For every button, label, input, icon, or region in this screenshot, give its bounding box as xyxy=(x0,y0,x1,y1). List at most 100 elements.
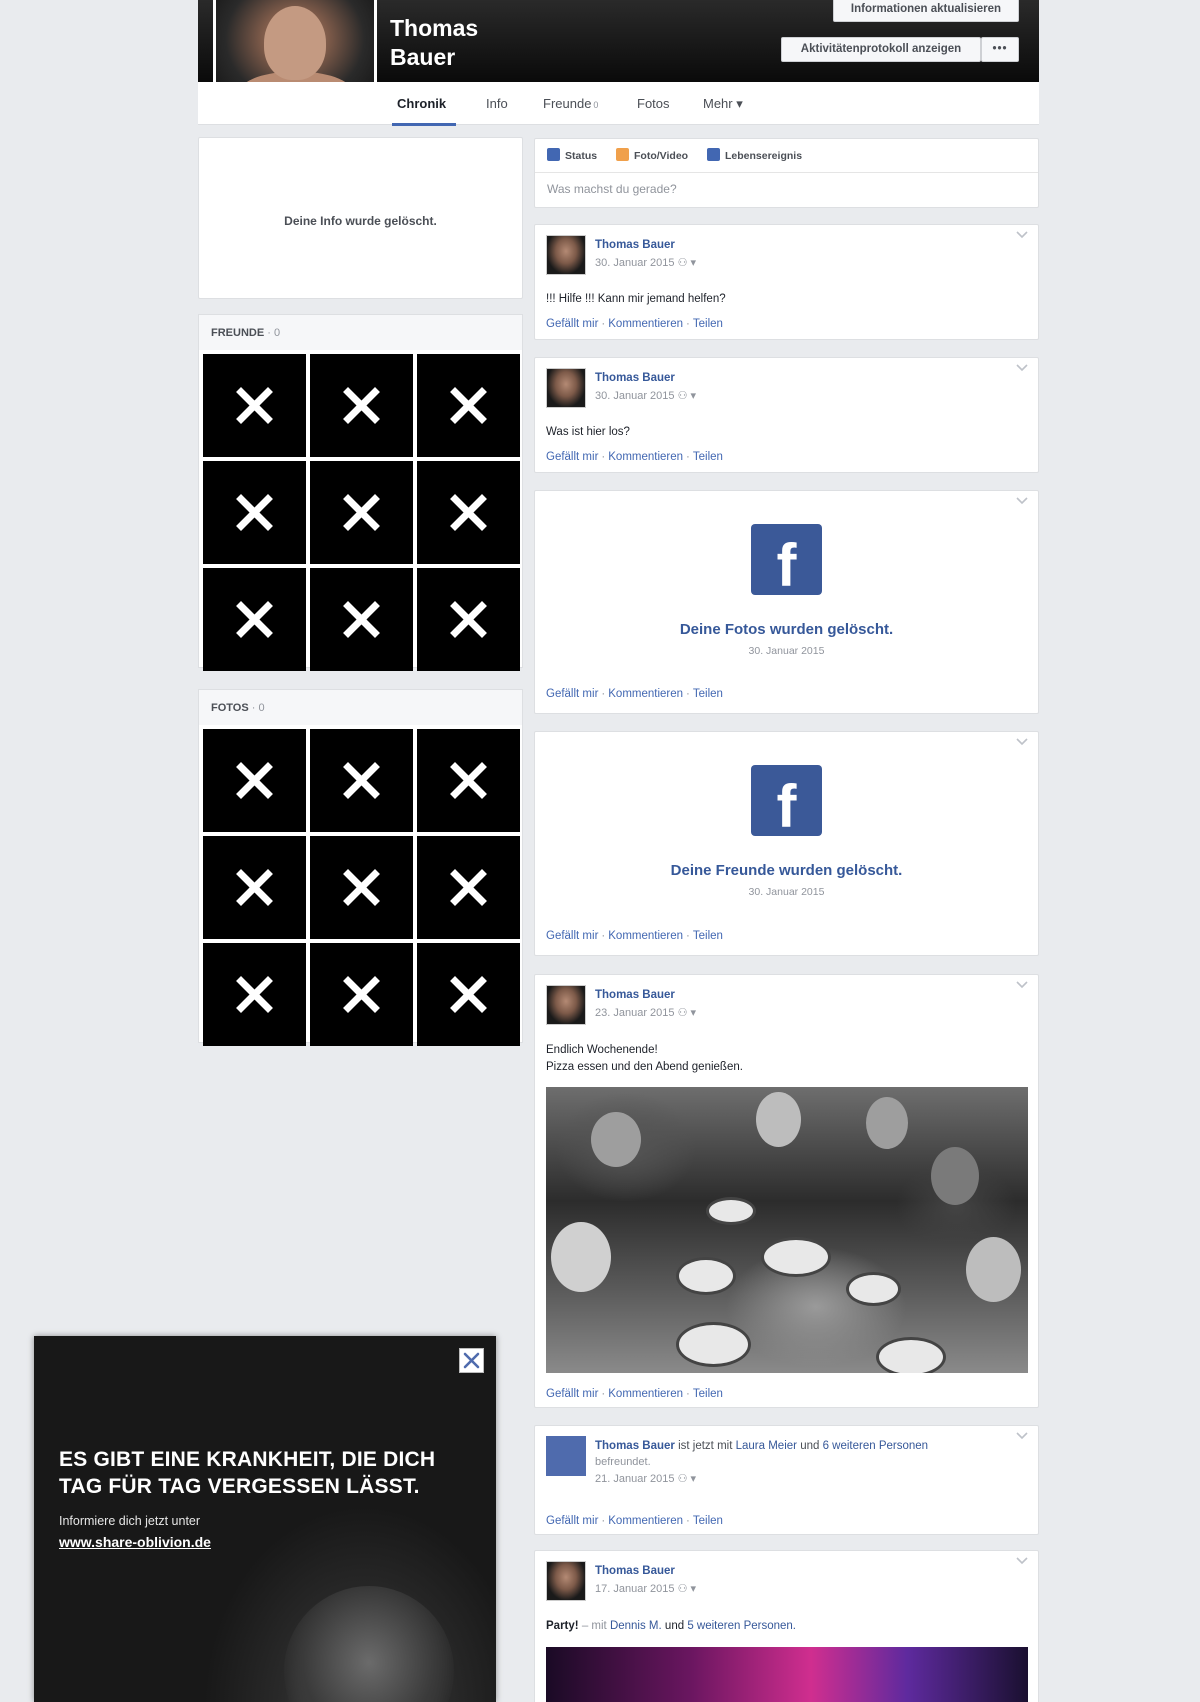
deleted-photo-tile[interactable] xyxy=(310,836,413,939)
comment-link[interactable]: Kommentieren xyxy=(608,1515,683,1527)
status-input[interactable]: Was machst du gerade? xyxy=(547,182,677,196)
post-actions: Gefällt mir · Kommentieren · Teilen xyxy=(546,930,723,942)
post-date[interactable]: 17. Januar 2015 ⚇ ▾ xyxy=(595,1582,696,1595)
chevron-down-icon[interactable] xyxy=(1016,1557,1028,1565)
tab-info[interactable]: Info xyxy=(486,96,508,111)
like-link[interactable]: Gefällt mir xyxy=(546,451,598,463)
close-ad-button[interactable] xyxy=(459,1348,484,1373)
like-link[interactable]: Gefällt mir xyxy=(546,930,598,942)
post-author[interactable]: Thomas Bauer xyxy=(595,372,675,384)
update-info-button[interactable]: Informationen aktualisieren xyxy=(833,0,1019,22)
others-link[interactable]: 5 weiteren Personen. xyxy=(687,1620,796,1632)
deleted-friend-tile[interactable] xyxy=(417,568,520,671)
pencil-icon xyxy=(547,148,560,161)
like-link[interactable]: Gefällt mir xyxy=(546,1515,598,1527)
post-date[interactable]: 23. Januar 2015 ⚇ ▾ xyxy=(595,1006,696,1019)
tab-freunde[interactable]: Freunde 0 xyxy=(543,96,598,111)
post-text: Party! – mit Dennis M. und 5 weiteren Pe… xyxy=(546,1620,796,1632)
post-text: Endlich Wochenende! Pizza essen und den A… xyxy=(546,1044,743,1073)
chevron-down-icon[interactable] xyxy=(1016,497,1028,505)
post-date[interactable]: 21. Januar 2015 ⚇ ▾ xyxy=(595,1472,696,1485)
profile-tab-bar: Chronik Info Freunde 0 Fotos Mehr ▾ xyxy=(198,82,1039,125)
friend-link[interactable]: Dennis M. xyxy=(610,1620,662,1632)
chevron-down-icon[interactable] xyxy=(1016,1432,1028,1440)
deleted-photo-tile[interactable] xyxy=(203,943,306,1046)
tab-chronik[interactable]: Chronik xyxy=(397,96,446,111)
deleted-friend-tile[interactable] xyxy=(310,568,413,671)
like-link[interactable]: Gefällt mir xyxy=(546,1388,598,1400)
audience-icon[interactable]: ⚇ ▾ xyxy=(678,1473,696,1485)
like-link[interactable]: Gefällt mir xyxy=(546,688,598,700)
activity-log-button[interactable]: Aktivitätenprotokoll anzeigen xyxy=(781,37,981,62)
deleted-friend-tile[interactable] xyxy=(203,461,306,564)
post-photo[interactable] xyxy=(546,1087,1028,1373)
post-author[interactable]: Thomas Bauer xyxy=(595,1440,675,1452)
friends-deleted-title: Deine Freunde wurden gelöscht. xyxy=(670,862,903,879)
ad-headline: ES GIBT EINE KRANKHEIT, DIE DICH TAG FÜR … xyxy=(59,1448,436,1498)
post-date[interactable]: 30. Januar 2015 ⚇ ▾ xyxy=(595,256,696,269)
comment-link[interactable]: Kommentieren xyxy=(608,318,683,330)
deleted-photo-tile[interactable] xyxy=(203,836,306,939)
audience-icon[interactable]: ⚇ ▾ xyxy=(678,1007,696,1019)
deleted-friend-tile[interactable] xyxy=(203,354,306,457)
avatar[interactable] xyxy=(546,235,586,275)
friend-link[interactable]: Laura Meier xyxy=(736,1440,797,1452)
post-author[interactable]: Thomas Bauer xyxy=(595,989,675,1001)
deleted-photo-tile[interactable] xyxy=(417,729,520,832)
avatar[interactable] xyxy=(546,368,586,408)
photos-section-header[interactable]: FOTOS · 0 xyxy=(198,689,523,725)
ad-url-link[interactable]: www.share-oblivion.de xyxy=(59,1534,211,1550)
deleted-photo-tile[interactable] xyxy=(417,836,520,939)
comment-link[interactable]: Kommentieren xyxy=(608,930,683,942)
ad-overlay[interactable]: ES GIBT EINE KRANKHEIT, DIE DICH TAG FÜR … xyxy=(34,1336,496,1702)
comment-link[interactable]: Kommentieren xyxy=(608,688,683,700)
friendship-text-line2: befreundet. xyxy=(595,1456,651,1468)
tab-mehr[interactable]: Mehr ▾ xyxy=(703,96,743,112)
deleted-photo-tile[interactable] xyxy=(310,943,413,1046)
chevron-down-icon[interactable] xyxy=(1016,231,1028,239)
deleted-friend-tile[interactable] xyxy=(417,354,520,457)
close-icon xyxy=(343,869,380,906)
avatar[interactable] xyxy=(546,1561,586,1601)
composer-tab-life-event[interactable]: Lebensereignis xyxy=(707,148,802,162)
others-link[interactable]: 6 weiteren Personen xyxy=(823,1440,928,1452)
deleted-friend-tile[interactable] xyxy=(310,461,413,564)
like-link[interactable]: Gefällt mir xyxy=(546,318,598,330)
post-date[interactable]: 30. Januar 2015 ⚇ ▾ xyxy=(595,389,696,402)
profile-name[interactable]: Thomas Bauer xyxy=(390,14,530,72)
composer-tab-status[interactable]: Status xyxy=(547,148,597,162)
deleted-friend-tile[interactable] xyxy=(203,568,306,671)
share-link[interactable]: Teilen xyxy=(693,930,723,942)
friends-section-header[interactable]: FREUNDE · 0 xyxy=(198,314,523,350)
deleted-friend-tile[interactable] xyxy=(310,354,413,457)
tab-fotos[interactable]: Fotos xyxy=(637,96,670,111)
post-actions: Gefällt mir · Kommentieren · Teilen xyxy=(546,1515,723,1527)
composer-tab-photo[interactable]: Foto/Video xyxy=(616,148,688,162)
chevron-down-icon[interactable] xyxy=(1016,738,1028,746)
share-link[interactable]: Teilen xyxy=(693,1515,723,1527)
audience-icon[interactable]: ⚇ ▾ xyxy=(678,390,696,402)
share-link[interactable]: Teilen xyxy=(693,1388,723,1400)
share-link[interactable]: Teilen xyxy=(693,318,723,330)
close-icon xyxy=(450,976,487,1013)
close-icon xyxy=(236,869,273,906)
friend-avatar[interactable] xyxy=(546,1436,586,1476)
share-link[interactable]: Teilen xyxy=(693,688,723,700)
deleted-photo-tile[interactable] xyxy=(310,729,413,832)
comment-link[interactable]: Kommentieren xyxy=(608,1388,683,1400)
more-options-button[interactable]: ••• xyxy=(981,37,1019,62)
deleted-friend-tile[interactable] xyxy=(417,461,520,564)
post-author[interactable]: Thomas Bauer xyxy=(595,239,675,251)
deleted-photo-tile[interactable] xyxy=(417,943,520,1046)
chevron-down-icon[interactable] xyxy=(1016,981,1028,989)
post-author[interactable]: Thomas Bauer xyxy=(595,1565,675,1577)
chevron-down-icon[interactable] xyxy=(1016,364,1028,372)
audience-icon[interactable]: ⚇ ▾ xyxy=(678,1583,696,1595)
audience-icon[interactable]: ⚇ ▾ xyxy=(678,257,696,269)
comment-link[interactable]: Kommentieren xyxy=(608,451,683,463)
share-link[interactable]: Teilen xyxy=(693,451,723,463)
avatar[interactable] xyxy=(546,985,586,1025)
close-icon xyxy=(343,601,380,638)
deleted-photo-tile[interactable] xyxy=(203,729,306,832)
post-photo[interactable] xyxy=(546,1647,1028,1702)
